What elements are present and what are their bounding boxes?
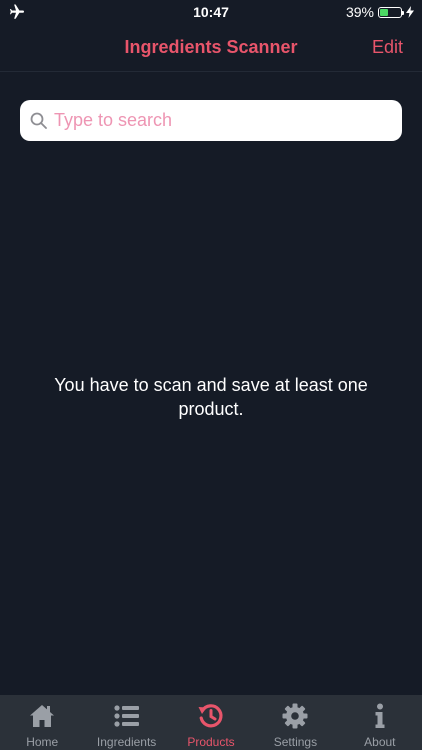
tab-home[interactable]: Home xyxy=(0,695,84,750)
tab-products-label: Products xyxy=(187,735,235,749)
empty-state-message: You have to scan and save at least one p… xyxy=(54,375,368,419)
battery-percent: 39% xyxy=(345,4,374,20)
page-title: Ingredients Scanner xyxy=(124,37,298,57)
tab-products[interactable]: Products xyxy=(169,695,253,750)
tab-home-label: Home xyxy=(26,735,59,749)
edit-button[interactable]: Edit xyxy=(372,37,403,58)
home-icon xyxy=(30,705,55,727)
products-screen: 10:47 39% Ingredients Scanner Edit You h… xyxy=(0,0,422,750)
tab-settings[interactable]: Settings xyxy=(253,695,337,750)
gear-icon xyxy=(282,703,308,729)
status-bar: 10:47 39% xyxy=(0,0,422,24)
battery-fill xyxy=(380,8,388,16)
tab-about[interactable]: About xyxy=(338,695,422,750)
tab-ingredients-label: Ingredients xyxy=(96,735,157,749)
lightning-bolt-icon xyxy=(406,6,414,18)
history-icon xyxy=(198,704,223,728)
tab-bar: Home Ingredients Products Settings About xyxy=(0,695,422,750)
search-input[interactable] xyxy=(52,100,392,141)
tab-ingredients[interactable]: Ingredients xyxy=(84,695,168,750)
search-bar[interactable] xyxy=(20,100,402,141)
tab-settings-label: Settings xyxy=(273,735,318,749)
navigation-bar: Ingredients Scanner Edit xyxy=(0,24,422,72)
tab-about-label: About xyxy=(364,735,396,749)
status-right-group: 39% xyxy=(346,4,414,20)
info-icon xyxy=(375,703,385,728)
search-icon xyxy=(30,112,47,129)
list-icon xyxy=(114,705,139,727)
battery-icon xyxy=(378,6,404,18)
